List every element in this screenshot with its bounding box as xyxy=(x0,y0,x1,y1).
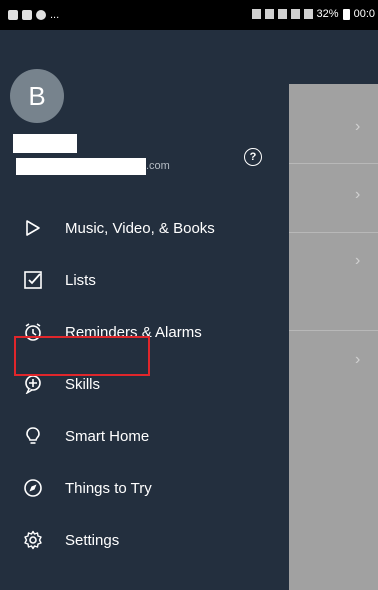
signal-icon xyxy=(303,9,313,19)
gear-icon xyxy=(20,527,46,553)
divider xyxy=(289,163,378,164)
menu-item-label: Music, Video, & Books xyxy=(65,219,215,237)
menu-item-smart-home[interactable]: Smart Home xyxy=(10,415,280,457)
checklist-icon xyxy=(20,267,46,293)
status-left: ... xyxy=(8,9,59,21)
battery-icon xyxy=(342,8,350,20)
status-right: 32% 00:0 xyxy=(251,8,375,20)
skills-highlight-box xyxy=(14,336,150,376)
cast-icon xyxy=(22,10,32,20)
help-icon[interactable]: ? xyxy=(244,148,262,166)
chevron-right-icon: › xyxy=(355,186,361,203)
app-header xyxy=(289,30,378,84)
menu-item-music[interactable]: Music, Video, & Books xyxy=(10,207,280,249)
compass-icon xyxy=(20,475,46,501)
notification-icon xyxy=(8,10,18,20)
email-suffix: .com xyxy=(146,160,170,172)
message-icon xyxy=(36,10,46,20)
menu-item-settings[interactable]: Settings xyxy=(10,519,280,561)
dim-overlay[interactable] xyxy=(289,84,378,590)
status-overflow: ... xyxy=(50,9,60,21)
chevron-right-icon: › xyxy=(355,351,361,368)
chevron-right-icon: › xyxy=(355,252,361,269)
divider xyxy=(289,232,378,233)
battery-percent: 32% xyxy=(316,8,339,20)
redacted-email xyxy=(16,158,146,175)
play-icon xyxy=(20,215,46,241)
menu-item-things-to-try[interactable]: Things to Try xyxy=(10,467,280,509)
lightbulb-icon xyxy=(20,423,46,449)
status-bar: ... 32% 00:0 xyxy=(0,0,378,30)
menu-item-label: Things to Try xyxy=(65,479,152,497)
divider xyxy=(289,330,378,331)
redacted-name xyxy=(13,134,77,153)
menu-item-label: Skills xyxy=(65,375,101,393)
mute-icon xyxy=(264,9,274,19)
clock: 00:0 xyxy=(353,8,375,20)
avatar[interactable]: B xyxy=(10,69,64,123)
menu-item-label: Settings xyxy=(65,531,120,549)
navigation-drawer: B .com ? Music, Video, & Books Lists Rem… xyxy=(0,30,289,590)
menu-item-label: Smart Home xyxy=(65,427,150,445)
nfc-icon xyxy=(251,9,261,19)
menu-item-label: Lists xyxy=(65,271,96,289)
wifi-icon xyxy=(290,9,300,19)
menu-item-lists[interactable]: Lists xyxy=(10,259,280,301)
chevron-right-icon: › xyxy=(355,118,361,135)
data-icon xyxy=(277,9,287,19)
